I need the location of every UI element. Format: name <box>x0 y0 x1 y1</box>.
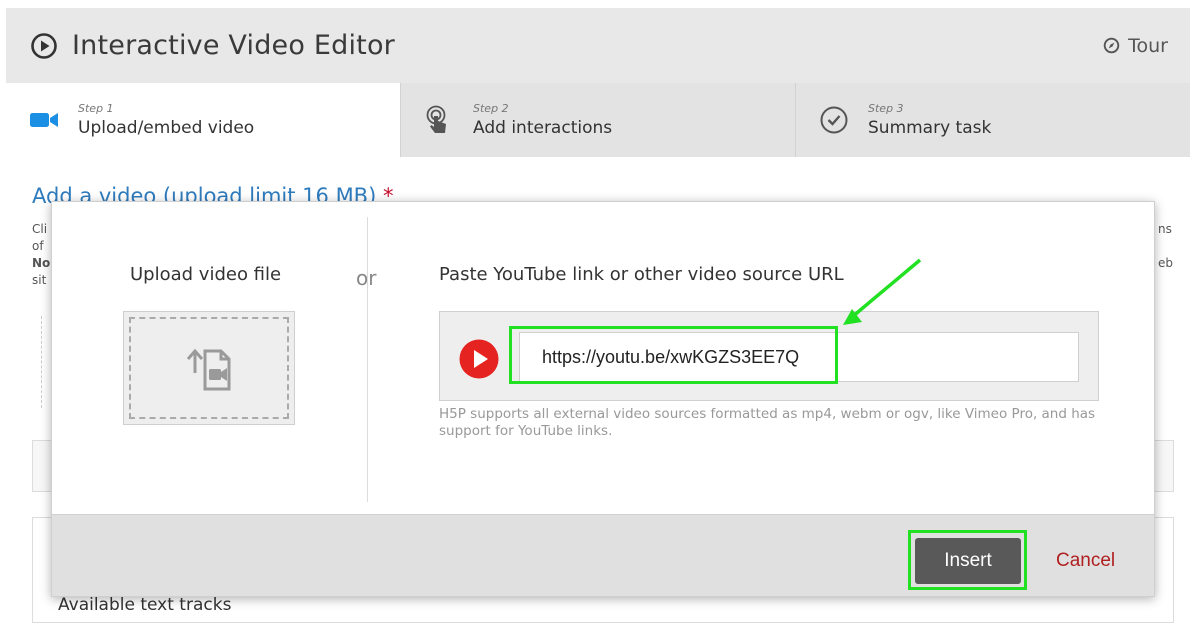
tab-add-interactions[interactable]: Step 2 Add interactions <box>400 83 795 157</box>
tab-label: Upload/embed video <box>78 118 255 138</box>
vertical-divider <box>367 217 368 502</box>
description-fragment: Cli <box>32 222 48 236</box>
compass-icon <box>1103 37 1120 54</box>
tab-summary-task[interactable]: Step 3 Summary task <box>795 83 1190 157</box>
touch-icon <box>426 105 446 133</box>
cancel-button[interactable]: Cancel <box>1056 550 1115 572</box>
checkmark-circle-icon <box>820 106 848 134</box>
dialog-footer: Insert Cancel <box>52 514 1154 596</box>
video-url-input[interactable] <box>519 332 1079 382</box>
tab-upload-embed-video[interactable]: Step 1 Upload/embed video <box>6 83 400 157</box>
tab-step-number: Step 1 <box>78 102 114 115</box>
tab-step-number: Step 2 <box>473 102 509 115</box>
editor-header: Interactive Video Editor Tour <box>6 8 1190 83</box>
description-fragment: eb <box>1158 256 1173 270</box>
header-title-wrap: Interactive Video Editor <box>30 30 395 61</box>
upload-dropzone-inner <box>129 317 289 419</box>
tour-button[interactable]: Tour <box>1103 35 1168 57</box>
upload-video-dropzone[interactable] <box>123 311 295 425</box>
video-camera-icon <box>30 113 58 127</box>
tab-label: Add interactions <box>473 118 613 138</box>
step-tabs: Step 1 Upload/embed video Step 2 Add int… <box>6 83 1190 157</box>
description-fragment: No <box>32 256 51 270</box>
upload-video-label: Upload video file <box>130 264 282 285</box>
background-drop-area <box>41 316 42 408</box>
upload-video-file-icon <box>186 348 231 391</box>
tab-step-number: Step 3 <box>868 102 904 115</box>
video-url-box <box>439 311 1099 401</box>
video-url-label: Paste YouTube link or other video source… <box>439 264 844 285</box>
insert-button[interactable]: Insert <box>915 538 1021 584</box>
description-fragment: sit <box>32 273 47 287</box>
youtube-play-icon <box>459 339 499 379</box>
play-circle-icon <box>31 32 57 59</box>
url-help-text: H5P supports all external video sources … <box>439 406 1096 439</box>
description-fragment: of <box>32 239 44 253</box>
add-video-dialog: Upload video file or Paste YouTube link … <box>51 201 1155 597</box>
tour-label: Tour <box>1128 34 1168 57</box>
description-fragment: ns <box>1158 222 1172 236</box>
tab-label: Summary task <box>868 118 992 138</box>
text-tracks-label: Available text tracks <box>58 595 232 615</box>
page-title: Interactive Video Editor <box>72 30 395 61</box>
